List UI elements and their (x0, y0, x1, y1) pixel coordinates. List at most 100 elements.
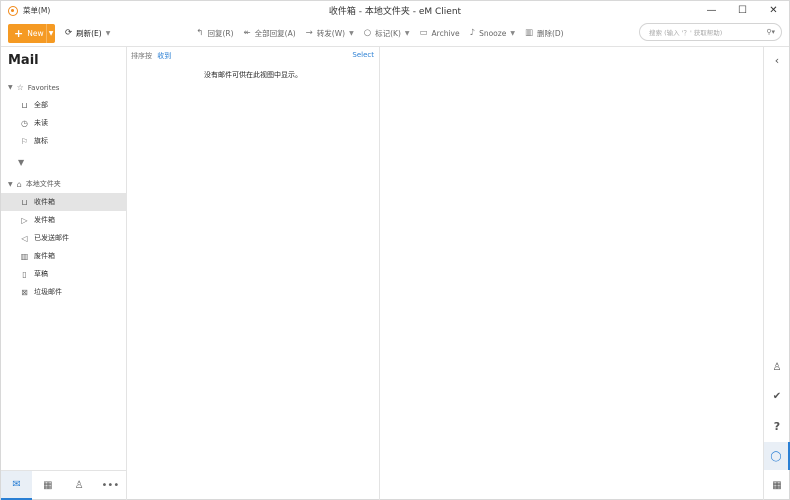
sort-label: 排序按 (131, 52, 152, 60)
sidebar-item-label: 全部 (34, 101, 48, 109)
archive-label: Archive (431, 28, 460, 38)
em-client-logo-icon[interactable] (8, 5, 18, 16)
contact-details-icon[interactable]: ♙ (764, 353, 790, 381)
tasks-check-icon[interactable]: ✔ (764, 382, 790, 410)
chevron-down-icon[interactable]: ▼ (349, 30, 354, 37)
more-icon[interactable]: ••• (95, 471, 126, 500)
help-icon[interactable]: ? (764, 412, 790, 440)
agenda-calendar-icon[interactable]: ▦ (764, 471, 790, 499)
refresh-icon: ⟳ (65, 28, 73, 38)
search-input[interactable]: 搜索 (输入 '？' 获取帮助) ⚲▾ (639, 23, 782, 41)
forward-label: 转发(W) (316, 28, 346, 38)
favorites-header[interactable]: ▼ ☆ Favorites (8, 83, 59, 92)
close-button[interactable]: ✕ (758, 1, 789, 20)
tag-button[interactable]: ○ 标记(K) ▼ (364, 28, 410, 39)
new-button-label: New (27, 28, 44, 38)
sidebar-item-label: 收件箱 (34, 198, 55, 206)
sidebar-item-drafts[interactable]: ▯ 草稿 (1, 265, 127, 283)
chevron-down-icon[interactable]: ▼ (106, 30, 111, 37)
reply-all-icon: ↞ (243, 28, 251, 38)
trash-icon: ▥ (524, 28, 533, 38)
favorites-label: Favorites (27, 83, 60, 92)
mail-icon[interactable]: ✉ (1, 471, 33, 500)
filter-icon[interactable]: ▼ (18, 158, 24, 167)
reply-button[interactable]: ↰ 回复(R) (196, 28, 233, 39)
new-dropdown-chevron-icon[interactable]: ▼ (46, 23, 55, 43)
sidebar-item-label: 旗标 (34, 137, 48, 145)
module-nav: ✉ ▦ ♙ ••• (1, 470, 127, 500)
select-link[interactable]: Select (352, 51, 374, 59)
sort-value[interactable]: 收到 (157, 52, 171, 60)
sidebar-item-label: 垃圾邮件 (34, 288, 62, 296)
sidebar-item-label: 已发送邮件 (34, 234, 69, 242)
reply-label: 回复(R) (207, 28, 234, 38)
main-menu[interactable]: 菜单(M) (23, 5, 50, 16)
chevron-down-icon[interactable]: ▼ (405, 30, 410, 37)
app-window: 菜单(M) 收件箱 - 本地文件夹 - eM Client — ☐ ✕ + Ne… (0, 0, 790, 500)
title-bar: 菜单(M) 收件箱 - 本地文件夹 - eM Client — ☐ ✕ (1, 1, 789, 20)
message-list: 排序按 收到 Select 没有邮件可供在此视图中显示。 (127, 46, 380, 500)
window-title: 收件箱 - 本地文件夹 - eM Client (328, 7, 462, 17)
snooze-button[interactable]: ♪ Snooze ▼ (470, 28, 515, 38)
sidebar-item-trash[interactable]: ▥ 废件箱 (1, 247, 127, 265)
archive-button[interactable]: ▭ Archive (420, 28, 460, 38)
draft-icon: ▯ (22, 269, 27, 279)
refresh-label: 刷新(E) (76, 28, 102, 38)
delete-button[interactable]: ▥ 删除(D) (525, 28, 564, 39)
bell-icon: ♪ (469, 28, 476, 38)
sidebar-item-unread[interactable]: ◷ 未读 (1, 114, 127, 132)
outbox-icon: ▷ (21, 215, 28, 225)
trash-icon: ▥ (20, 251, 29, 261)
window-controls: — ☐ ✕ (696, 1, 789, 20)
chevron-down-icon[interactable]: ▼ (8, 84, 13, 91)
sidebar-item-sent[interactable]: ◁ 已发送邮件 (1, 229, 127, 247)
sidebar-item-label: 草稿 (34, 270, 48, 278)
chevron-down-icon[interactable]: ▼ (510, 30, 515, 37)
forward-button[interactable]: → 转发(W) ▼ (306, 28, 354, 39)
clock-icon: ◷ (21, 118, 28, 128)
calendar-icon[interactable]: ▦ (32, 471, 63, 500)
reading-pane (380, 46, 763, 500)
inbox-icon: ⊔ (21, 100, 28, 110)
archive-icon: ▭ (419, 28, 428, 38)
sidebar-item-label: 发件箱 (34, 216, 55, 224)
sidebar-item-junk[interactable]: ⊠ 垃圾邮件 (1, 283, 127, 301)
empty-list-message: 没有邮件可供在此视图中显示。 (204, 71, 302, 79)
inbox-icon: ⊔ (21, 197, 28, 207)
local-folders-header[interactable]: ▼ ⌂ 本地文件夹 (8, 179, 61, 189)
folder-panel: Mail ▼ ☆ Favorites ⊔ 全部 ◷ 未读 ⚐ 旗标 ▼ ▼ ⌂ … (1, 46, 127, 470)
sidebar-item-flagged[interactable]: ⚐ 旗标 (1, 132, 127, 150)
refresh-button[interactable]: ⟳ 刷新(E) ▼ (65, 28, 110, 39)
star-icon: ☆ (16, 83, 24, 92)
snooze-label: Snooze (479, 28, 507, 38)
right-sidebar: ‹ ♙ ✔ ? ◯ ▦ (763, 46, 790, 500)
minimize-button[interactable]: — (696, 1, 727, 20)
reply-all-button[interactable]: ↞ 全部回复(A) (244, 28, 296, 39)
delete-label: 删除(D) (536, 28, 564, 38)
reply-icon: ↰ (196, 28, 204, 38)
chevron-left-icon[interactable]: ‹ (764, 51, 790, 69)
reply-all-label: 全部回复(A) (254, 28, 296, 38)
tag-icon: ○ (363, 28, 372, 38)
sidebar-item-label: 未读 (34, 119, 48, 127)
sidebar-item-label: 废件箱 (34, 252, 55, 260)
search-options-icon[interactable]: ⚲▾ (766, 28, 775, 36)
contacts-icon[interactable]: ♙ (64, 471, 95, 500)
chevron-down-icon[interactable]: ▼ (8, 181, 13, 188)
sort-bar: 排序按 收到 (131, 51, 171, 61)
toolbar: + New ▼ ⟳ 刷新(E) ▼ ↰ 回复(R) ↞ 全部回复(A) → 转发… (1, 20, 789, 46)
maximize-button[interactable]: ☐ (727, 1, 758, 20)
sidebar-item-inbox[interactable]: ⊔ 收件箱 (1, 193, 127, 211)
sent-icon: ◁ (21, 233, 28, 243)
home-icon: ⌂ (16, 179, 22, 189)
chat-icon[interactable]: ◯ (764, 442, 790, 470)
plus-icon: + (14, 26, 24, 40)
tag-label: 标记(K) (375, 28, 401, 38)
search-placeholder: 搜索 (输入 '？' 获取帮助) (649, 29, 723, 37)
page-title: Mail (8, 53, 39, 68)
sidebar-item-outbox[interactable]: ▷ 发件箱 (1, 211, 127, 229)
forward-icon: → (305, 28, 313, 38)
new-button[interactable]: + New ▼ (8, 23, 55, 43)
sidebar-item-all[interactable]: ⊔ 全部 (1, 96, 127, 114)
local-folders-label: 本地文件夹 (25, 180, 61, 188)
